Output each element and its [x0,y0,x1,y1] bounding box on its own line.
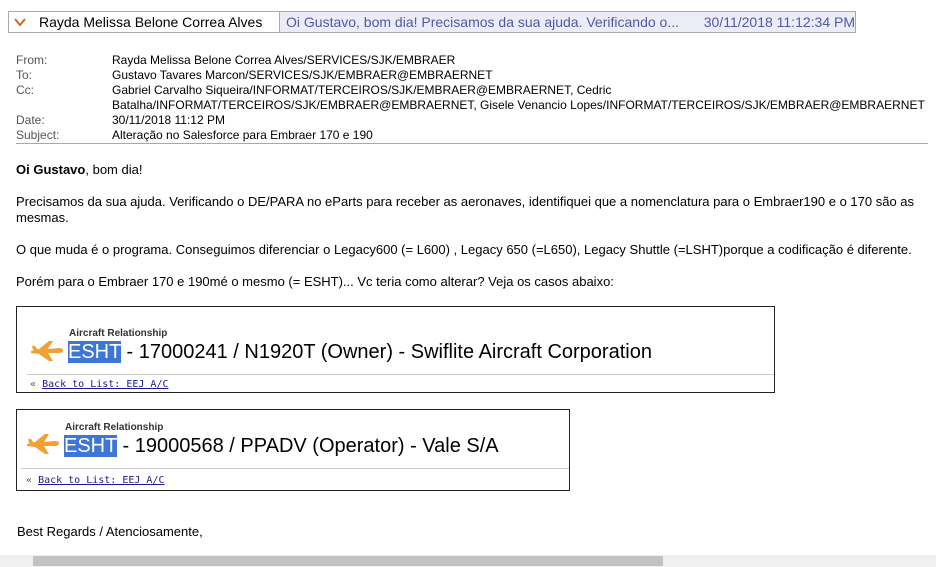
greeting-name: Oi Gustavo [16,162,86,177]
chevron-down-icon[interactable] [9,12,31,32]
message-meta: From: Rayda Melissa Belone Correa Alves/S… [16,53,928,143]
record-code-highlight: ESHT [64,435,117,457]
date-label: Date: [16,113,45,127]
preview-text: Oi Gustavo, bom dia! Precisamos da sua a… [286,14,679,30]
sender-name: Rayda Melissa Belone Correa Alves [39,14,263,30]
paragraph-program: O que muda é o programa. Conseguimos dif… [16,242,912,257]
record-title: ESHT - 19000568 / PPADV (Operator) - Val… [64,435,499,458]
back-to-list-link[interactable]: « Back to List: EEJ A/C [30,379,169,390]
cc-value-line2: Batalha/INFORMAT/TERCEIROS/SJK/EMBRAER@E… [112,98,925,112]
message-header-bar[interactable]: Rayda Melissa Belone Correa Alves Oi Gus… [8,11,856,33]
paragraph-question: Porém para o Embraer 170 e 190mé o mesmo… [16,274,614,289]
record-type-label: Aircraft Relationship [65,422,164,433]
preview-cell[interactable]: Oi Gustavo, bom dia! Precisamos da sua a… [280,12,855,32]
meta-divider [16,143,928,144]
closing-line: Best Regards / Atenciosamente, [17,524,203,539]
record-code-highlight: ESHT [68,341,121,363]
greeting-rest: , bom dia! [85,162,143,177]
aircraft-relationship-snapshot-2: Aircraft Relationship ESHT - 19000568 / … [16,409,570,491]
aircraft-relationship-snapshot-1: Aircraft Relationship ESHT - 17000241 / … [16,306,775,393]
record-title-rest: - 19000568 / PPADV (Operator) - Vale S/A [116,435,499,457]
to-value: Gustavo Tavares Marcon/SERVICES/SJK/EMBR… [112,68,493,82]
record-divider [21,468,569,469]
scrollbar-thumb[interactable] [33,556,663,566]
horizontal-scrollbar[interactable] [0,555,936,567]
paragraph-request: Precisamos da sua ajuda. Verificando o D… [16,194,915,225]
cc-value-line1: Gabriel Carvalho Siqueira/INFORMAT/TERCE… [112,83,612,97]
from-label: From: [16,53,48,67]
from-value: Rayda Melissa Belone Correa Alves/SERVIC… [112,53,456,67]
airplane-icon [27,434,60,454]
to-label: To: [16,68,33,82]
greeting: Oi Gustavo, bom dia! [16,162,142,178]
record-title: ESHT - 17000241 / N1920T (Owner) - Swifl… [68,341,652,364]
record-type-label: Aircraft Relationship [69,328,168,339]
sender-cell[interactable]: Rayda Melissa Belone Correa Alves [9,12,277,32]
record-title-rest: - 17000241 / N1920T (Owner) - Swiflite A… [120,341,652,363]
subject-label: Subject: [16,128,60,142]
subject-value: Alteração no Salesforce para Embraer 170… [112,128,373,142]
date-value: 30/11/2018 11:12 PM [112,113,225,127]
cc-label: Cc: [16,83,34,97]
back-to-list-link[interactable]: « Back to List: EEJ A/C [26,475,165,486]
record-divider [27,374,774,375]
airplane-icon [31,341,64,361]
header-datetime: 30/11/2018 11:12:34 PM [703,14,855,30]
